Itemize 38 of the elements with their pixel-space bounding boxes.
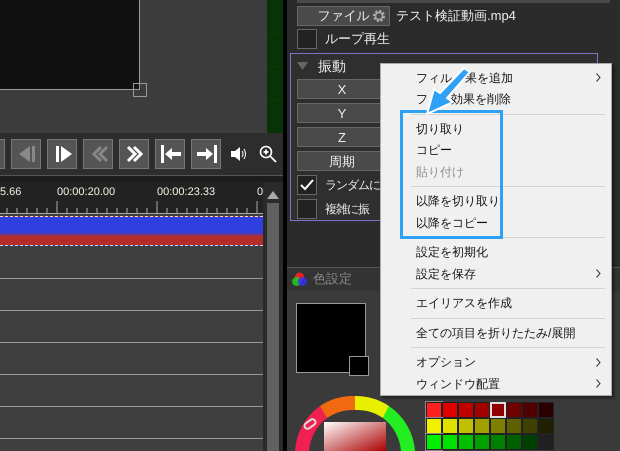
- gear-icon: [372, 9, 386, 23]
- menu-item[interactable]: 以降をコピー: [381, 212, 611, 234]
- scroll-up-icon[interactable]: [267, 191, 279, 199]
- check-icon: [300, 179, 314, 191]
- checkbox[interactable]: [297, 199, 317, 219]
- menu-item[interactable]: 以降を切り取り: [381, 190, 611, 212]
- file-name: テスト検証動画.mp4: [396, 7, 516, 26]
- filter-title: 振動: [318, 56, 346, 76]
- rgb-circles-icon: [292, 272, 307, 286]
- time-label: 00:00:20.00: [57, 185, 116, 200]
- speaker-icon[interactable]: [230, 147, 247, 161]
- playback-button[interactable]: [47, 139, 77, 169]
- menu-item[interactable]: エイリアスを作成: [381, 292, 611, 314]
- checkbox[interactable]: [297, 29, 317, 49]
- playback-button[interactable]: [191, 139, 221, 169]
- time-label: 00:00:23.33: [157, 185, 216, 200]
- time-label: 5.66: [0, 185, 22, 200]
- zoom-in-icon[interactable]: [259, 145, 277, 163]
- scrollbar-thumb[interactable]: [267, 203, 279, 451]
- checkbox[interactable]: [297, 175, 317, 195]
- audio-track[interactable]: [0, 216, 263, 246]
- menu-item[interactable]: 全ての項目を折りたたみ/展開: [381, 322, 611, 344]
- file-button[interactable]: ファイル: [297, 6, 390, 26]
- menu-item[interactable]: オプション: [381, 352, 611, 373]
- previous-color-swatch: [349, 356, 369, 376]
- panel-title: 色設定: [313, 270, 352, 288]
- menu-item[interactable]: 設定を初期化: [381, 242, 611, 263]
- checkbox-label: 複雑に振: [325, 201, 369, 218]
- checkbox-label: ループ再生: [325, 30, 390, 48]
- time-label: 0: [257, 185, 264, 200]
- menu-item[interactable]: 設定を保存: [381, 263, 611, 284]
- playback-button[interactable]: [155, 139, 185, 169]
- playback-button[interactable]: [119, 139, 149, 169]
- color-palette[interactable]: [426, 402, 554, 450]
- current-color-swatch: [296, 303, 366, 373]
- resize-handle[interactable]: [133, 83, 147, 97]
- checkbox-label: ランダムに: [325, 177, 380, 194]
- menu-item[interactable]: ウィンドウ配置: [381, 373, 611, 394]
